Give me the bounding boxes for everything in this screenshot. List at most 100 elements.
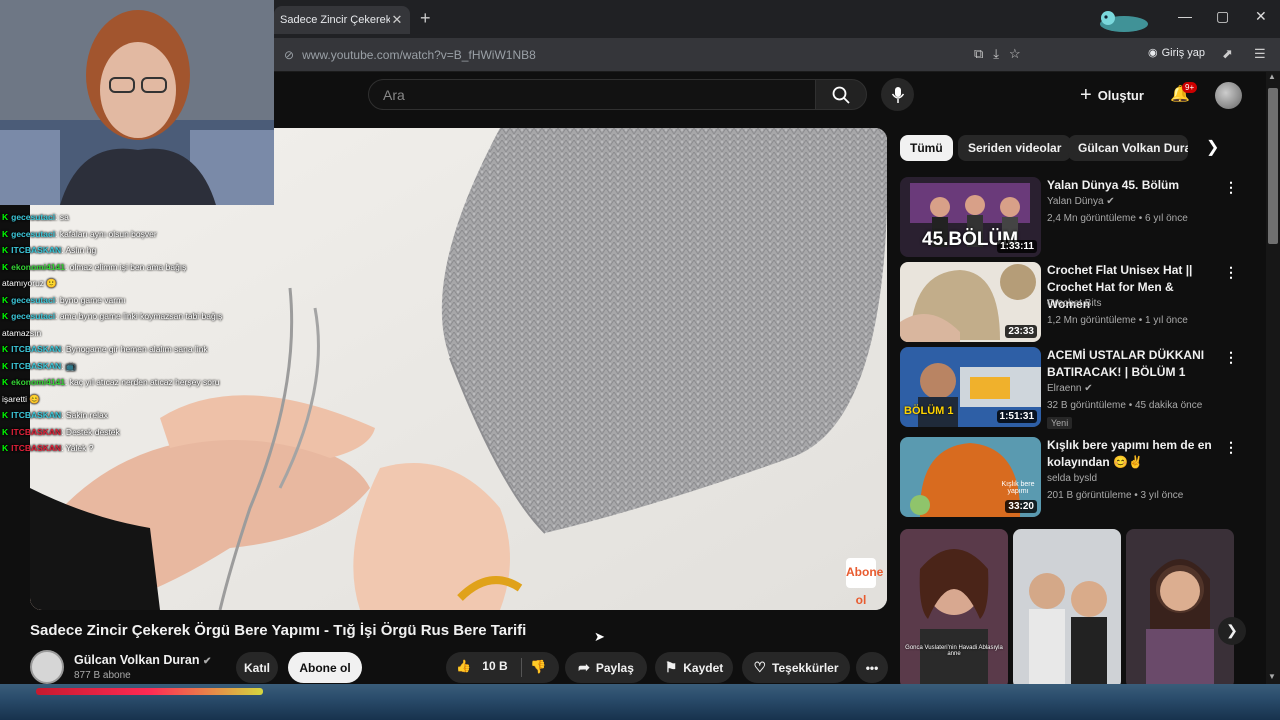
bookmark-icon: ⚑ (664, 659, 678, 675)
create-button[interactable]: + Oluştur (1080, 84, 1144, 107)
thanks-button[interactable]: ♡ Teşekkürler (742, 652, 850, 683)
minimize-icon[interactable]: — (1178, 8, 1192, 24)
video-thumbnail[interactable]: Kışlık bere yapımı 33:20 (900, 437, 1041, 517)
picture-in-picture-icon[interactable]: ⧉ (974, 46, 983, 62)
chat-text: : Yalek ? (61, 443, 94, 453)
more-vert-icon[interactable]: ⋮ (1224, 349, 1238, 366)
browser-menu-icon[interactable]: ☰ (1254, 46, 1266, 62)
platform-icon: K (2, 261, 9, 272)
dislike-button[interactable]: 👎 (530, 659, 546, 675)
platform-icon: K (2, 294, 9, 305)
join-button[interactable]: Katıl (236, 652, 278, 683)
thumbs-up-icon: 👍 (456, 659, 471, 673)
video-thumbnail[interactable]: 45.BÖLÜM 1:33:11 (900, 177, 1041, 257)
share-arrow-icon: ➦ (578, 659, 590, 675)
chat-username: gecesutaci (11, 311, 56, 321)
chip-channel[interactable]: Gülcan Volkan Duran (1068, 135, 1188, 161)
chat-text: : Sakin relax (61, 410, 108, 420)
recommendation-item[interactable]: 23:33 Crochet Flat Unisex Hat || Crochet… (900, 262, 1240, 342)
scrollbar-thumb[interactable] (1268, 88, 1278, 244)
like-button[interactable]: 👍 10 B (456, 659, 508, 673)
short-thumbnail (900, 529, 1008, 689)
chevron-right-icon[interactable]: ❯ (1206, 137, 1219, 157)
video-title: Sadece Zincir Çekerek Örgü Bere Yapımı -… (30, 622, 527, 639)
channel-name: Elraenn ✔ (1047, 383, 1093, 394)
share-label: Paylaş (595, 660, 634, 675)
like-divider (521, 658, 522, 677)
chat-text: : Destek destek (61, 426, 120, 437)
voice-search-button[interactable] (881, 78, 914, 111)
new-tab-icon[interactable]: + (420, 8, 431, 29)
subscribe-label: Abone ol (299, 660, 351, 675)
thumbnail-overlay-text: BÖLÜM 1 (904, 405, 954, 417)
site-info-icon[interactable]: ⊘ (284, 48, 294, 62)
chat-message: Kgecesutaci: byno game varmı (2, 292, 230, 309)
mouse-cursor-icon: ➤ (594, 629, 605, 644)
short-thumbnail (1013, 529, 1121, 689)
chat-message: Kgecesutaci: ama byno game linki koymazs… (2, 308, 230, 341)
recommendation-item[interactable]: BÖLÜM 1 1:51:31 ACEMİ USTALAR DÜKKANI BA… (900, 347, 1240, 429)
short-item[interactable]: Gonca Vuslateri'nin Havadi Ablasıyla ann… (900, 529, 1008, 689)
chat-username: ITCBASKAN (11, 360, 62, 371)
more-vert-icon[interactable]: ⋮ (1224, 179, 1238, 196)
video-duration: 1:51:31 (996, 410, 1037, 423)
short-item[interactable] (1013, 529, 1121, 689)
more-vert-icon[interactable]: ⋮ (1224, 264, 1238, 281)
bookmark-star-icon[interactable]: ☆ (1009, 46, 1021, 62)
platform-icon: K (2, 344, 9, 354)
browser-mascot-logo (1100, 11, 1148, 32)
recommendation-item[interactable]: Kışlık bere yapımı 33:20 Kışlık bere yap… (900, 437, 1240, 517)
maximize-icon[interactable]: ▢ (1216, 8, 1229, 25)
chat-username: ITCBASKAN (11, 344, 62, 354)
chat-username: gecesutaci (11, 212, 56, 222)
video-title: ACEMİ USTALAR DÜKKANI BATIRACAK! | BÖLÜM… (1047, 348, 1205, 379)
channel-avatar[interactable] (30, 650, 64, 684)
more-actions-icon: ••• (865, 660, 879, 675)
extensions-icon[interactable]: ⬈ (1222, 46, 1233, 62)
platform-icon: K (2, 212, 9, 222)
address-bar-row: ⊘ www.youtube.com/watch?v=B_fHWiW1NB8 ⧉ … (274, 38, 1280, 72)
search-input[interactable]: Ara (368, 79, 816, 110)
thumbnail-overlay-text: Kışlık bere yapımı (1001, 481, 1035, 495)
shorts-next-chevron-icon[interactable]: ❯ (1218, 617, 1246, 645)
subscribe-button[interactable]: Abone ol (288, 652, 362, 683)
scroll-down-icon[interactable]: ▼ (1268, 672, 1276, 681)
chat-message: Kekonomi4141: kaç yıl atıcaz nerden atıc… (2, 374, 230, 407)
more-vert-icon[interactable]: ⋮ (1224, 439, 1238, 456)
chat-message: Kekonomi4141: olmaz elimm işi ben ama ba… (2, 259, 230, 292)
chat-text: : 📺 (61, 360, 77, 371)
chat-text: : sa (55, 212, 69, 222)
more-actions-button[interactable]: ••• (856, 652, 888, 683)
video-thumbnail[interactable]: 23:33 (900, 262, 1041, 342)
chat-text: : kafaları aynı olsun boşver (55, 228, 157, 239)
platform-icon: K (2, 245, 9, 255)
video-thumbnail[interactable]: BÖLÜM 1 1:51:31 (900, 347, 1041, 427)
sign-in-button[interactable]: ◉ Giriş yap (1148, 46, 1205, 60)
video-title: Kışlık bere yapımı hem de en kolayından … (1047, 438, 1212, 469)
video-meta: 1,2 Mn görüntüleme • 1 yıl önce (1047, 315, 1188, 326)
recommendation-item[interactable]: 45.BÖLÜM 1:33:11 Yalan Dünya 45. Bölüm Y… (900, 177, 1240, 257)
platform-icon: K (2, 228, 9, 239)
video-meta: 2,4 Mn görüntüleme • 6 yıl önce (1047, 213, 1188, 224)
chat-text: : Aslın hg (61, 245, 97, 255)
microphone-icon (891, 86, 904, 103)
subscribe-watermark[interactable]: Abone ol (846, 558, 883, 607)
create-label: Oluştur (1097, 88, 1144, 103)
account-avatar[interactable] (1215, 82, 1242, 109)
short-thumbnail (1126, 529, 1234, 689)
browser-tab[interactable]: Sadece Zincir Çekerek Örgü ✕ (274, 6, 410, 34)
thanks-label: Teşekkürler (772, 660, 839, 675)
install-app-icon[interactable]: ⤓ (993, 46, 999, 62)
url-text: www.youtube.com/watch?v=B_fHWiW1NB8 (302, 48, 536, 62)
search-button[interactable] (815, 79, 867, 110)
share-button[interactable]: ➦ Paylaş (565, 652, 647, 683)
save-button[interactable]: ⚑ Kaydet (655, 652, 733, 683)
tab-close-icon[interactable]: ✕ (390, 12, 404, 28)
window-close-icon[interactable]: ✕ (1255, 8, 1267, 25)
channel-name[interactable]: Gülcan Volkan Duran ✔ (74, 653, 211, 667)
short-item[interactable] (1126, 529, 1234, 689)
scroll-up-icon[interactable]: ▲ (1268, 72, 1276, 81)
notifications-badge: 9+ (1182, 82, 1198, 93)
chip-all[interactable]: Tümü (900, 135, 953, 161)
chip-series[interactable]: Seriden videolar (958, 135, 1072, 161)
